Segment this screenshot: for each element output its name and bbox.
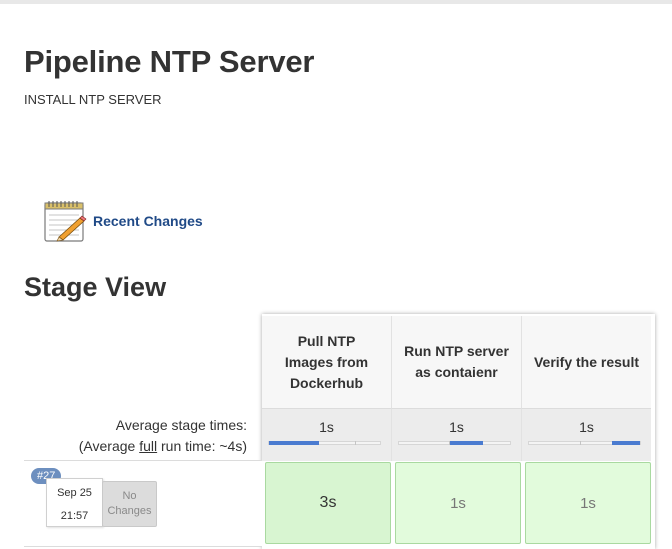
stage-view-table: Pull NTP Images from Dockerhub Run NTP s… [24, 314, 656, 549]
stage-result-pull[interactable]: 3s [265, 462, 391, 544]
progress-fill [612, 441, 640, 445]
progress-bar [268, 441, 381, 445]
recent-changes-link[interactable]: Recent Changes [93, 213, 203, 229]
progress-bar [398, 441, 511, 445]
no-changes-box: No Changes [102, 481, 157, 527]
top-strip [0, 0, 672, 4]
build-date: Sep 25 21:57 [46, 478, 103, 527]
stage-header-label: Run NTP server as contaienr [404, 343, 509, 380]
build-date-time: 21:57 [60, 510, 89, 522]
recent-changes: Recent Changes [42, 198, 203, 244]
progress-bar [528, 441, 641, 445]
stage-header-label: Pull NTP Images from Dockerhub [284, 332, 369, 391]
stage-header-pull: Pull NTP Images from Dockerhub [262, 316, 392, 408]
stage-header-label: Verify the result [533, 353, 640, 370]
avg-time: 1s [449, 419, 464, 435]
avg-cell-run: 1s [392, 408, 522, 461]
stage-result-run[interactable]: 1s [395, 462, 521, 544]
progress-fill [450, 441, 483, 445]
stage-result-verify[interactable]: 1s [525, 462, 651, 544]
avg-time: 1s [579, 419, 594, 435]
average-stage-times-text: Average stage times: [115, 417, 247, 433]
progress-fill [269, 441, 319, 445]
average-times-label: Average stage times: (Average full run t… [24, 415, 247, 457]
stage-header-verify: Verify the result [522, 316, 651, 408]
run-row: #27 Sep 25 21:57 No Changes [24, 460, 262, 547]
full-run-link[interactable]: full [139, 438, 157, 454]
avg-cell-pull: 1s [262, 408, 392, 461]
avg-time: 1s [319, 419, 334, 435]
average-run-time-text: (Average full run time: ~4s) [78, 438, 247, 454]
stage-view-title: Stage View [24, 272, 167, 302]
page-description: INSTALL NTP SERVER [24, 92, 162, 107]
row-divider [24, 546, 262, 547]
page-title: Pipeline NTP Server [24, 44, 315, 79]
avg-cell-verify: 1s [522, 408, 651, 461]
notepad-icon[interactable] [42, 198, 88, 244]
stage-header-run: Run NTP server as contaienr [392, 316, 522, 408]
build-date-day: Sep 25 [57, 487, 92, 499]
